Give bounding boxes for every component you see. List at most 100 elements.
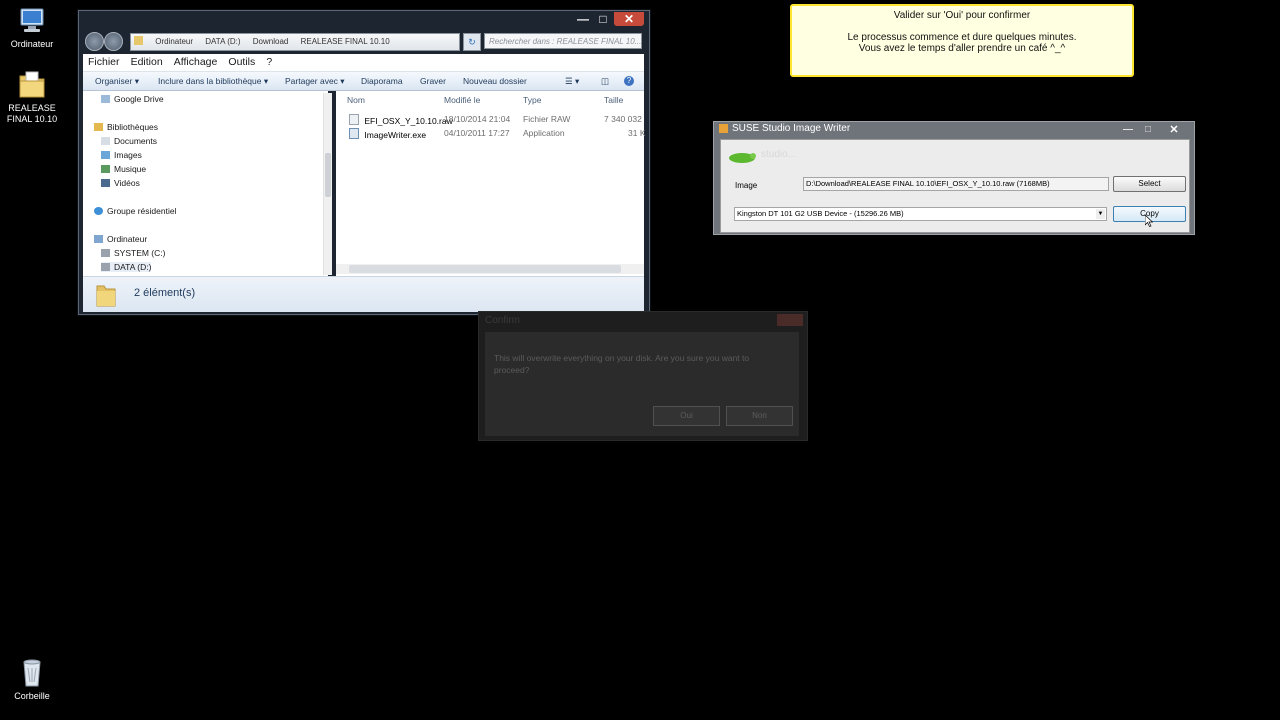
file-icon	[349, 114, 359, 125]
menu-item[interactable]: Fichier	[88, 54, 120, 71]
breadcrumb-item[interactable]: Download	[253, 37, 289, 46]
navigation-pane: Google Drive Bibliothèques Documents Ima…	[83, 91, 328, 276]
image-label: Image	[735, 181, 758, 190]
toolbar-organize[interactable]: Organiser ▾	[95, 72, 139, 90]
nav-item-system-c[interactable]: SYSTEM (C:)	[101, 248, 165, 258]
command-bar: Organiser ▾ Inclure dans la bibliothèque…	[83, 72, 644, 91]
file-type: Fichier RAW	[523, 114, 571, 124]
instruction-note: Valider sur 'Oui' pour confirmer Le proc…	[790, 4, 1134, 77]
file-modified: 18/10/2014 21:04	[444, 114, 511, 124]
nav-item-images[interactable]: Images	[101, 150, 142, 160]
folder-icon	[16, 70, 48, 100]
toolbar-burn[interactable]: Graver	[420, 72, 446, 90]
suse-logo-text: studio...	[761, 149, 797, 160]
window-title: SUSE Studio Image Writer	[732, 123, 851, 134]
search-input[interactable]: Rechercher dans : REALEASE FINAL 10...	[484, 33, 642, 49]
breadcrumb-item[interactable]: DATA (D:)	[205, 37, 240, 46]
nav-item-videos[interactable]: Vidéos	[101, 178, 140, 188]
column-header-modified[interactable]: Modifié le	[444, 95, 480, 105]
folder-icon	[95, 282, 117, 308]
minimize-button[interactable]: —	[1119, 123, 1137, 137]
status-item-count: 2 élément(s)	[134, 287, 196, 299]
nav-item-data-d[interactable]: DATA (D:)	[101, 262, 152, 272]
dialog-title: Confirm	[485, 315, 521, 326]
recycle-bin-icon	[16, 658, 48, 688]
nav-item-computer[interactable]: Ordinateur	[94, 234, 147, 244]
desktop-icon-folder[interactable]: REALEASE FINAL 10.10	[0, 70, 64, 125]
documents-icon	[101, 137, 110, 145]
table-row[interactable]: EFI_OSX_Y_10.10.raw	[349, 114, 453, 126]
drive-icon	[101, 95, 110, 103]
desktop-icon-recycle-bin[interactable]: Corbeille	[0, 658, 64, 702]
table-row[interactable]: ImageWriter.exe	[349, 128, 426, 140]
nav-scrollbar[interactable]	[323, 93, 332, 275]
breadcrumb-item[interactable]: REALEASE FINAL 10.10	[301, 37, 390, 46]
view-options-icon[interactable]: ☰ ▾	[565, 72, 579, 90]
homegroup-icon	[94, 207, 103, 215]
computer-icon	[16, 6, 48, 36]
application-icon	[349, 128, 359, 139]
cursor-icon	[1144, 214, 1154, 227]
desktop-icon-label: Corbeille	[14, 691, 50, 701]
menu-item[interactable]: ?	[266, 54, 272, 71]
explorer-window: — □ ✕ Ordinateur DATA (D:) Download REAL…	[78, 10, 650, 315]
column-header-size[interactable]: Taille	[604, 95, 623, 105]
breadcrumb-item[interactable]: Ordinateur	[155, 37, 193, 46]
close-button[interactable]: ✕	[614, 12, 644, 26]
drive-icon	[101, 249, 110, 257]
close-button[interactable]: ✕	[1160, 123, 1188, 137]
close-button[interactable]	[777, 314, 803, 326]
refresh-icon[interactable]: ↻	[463, 33, 481, 51]
maximize-button[interactable]: □	[594, 12, 612, 26]
menu-item[interactable]: Edition	[131, 54, 163, 71]
desktop-icon-label: REALEASE FINAL 10.10	[6, 103, 58, 124]
yes-button[interactable]: Oui	[653, 406, 720, 426]
desktop-icon-computer[interactable]: Ordinateur	[0, 6, 64, 50]
forward-button[interactable]	[104, 32, 123, 51]
toolbar-slideshow[interactable]: Diaporama	[361, 72, 403, 90]
address-bar[interactable]: Ordinateur DATA (D:) Download REALEASE F…	[130, 33, 460, 51]
image-path-field[interactable]: D:\Download\REALEASE FINAL 10.10\EFI_OSX…	[803, 177, 1109, 191]
nav-item-libraries[interactable]: Bibliothèques	[94, 122, 158, 132]
nav-item-google-drive[interactable]: Google Drive	[101, 94, 164, 104]
nav-item-documents[interactable]: Documents	[101, 136, 157, 146]
file-size: 7 340 032 K	[604, 114, 644, 124]
details-pane: 2 élément(s)	[83, 276, 644, 312]
toolbar-share[interactable]: Partager avec ▾	[285, 72, 345, 90]
scrollbar-thumb[interactable]	[325, 153, 331, 197]
file-list: Nom Modifié le Type Taille EFI_OSX_Y_10.…	[336, 91, 646, 276]
minimize-button[interactable]: —	[573, 12, 593, 26]
menu-bar: Fichier Edition Affichage Outils ?	[83, 54, 644, 72]
column-header-type[interactable]: Type	[523, 95, 541, 105]
select-button[interactable]: Select	[1113, 176, 1186, 192]
maximize-button[interactable]: □	[1139, 123, 1157, 137]
file-list-scrollbar[interactable]	[336, 264, 644, 274]
nav-item-homegroup[interactable]: Groupe résidentiel	[94, 206, 176, 216]
toolbar-include-library[interactable]: Inclure dans la bibliothèque ▾	[158, 72, 268, 90]
back-button[interactable]	[85, 32, 104, 51]
help-icon[interactable]: ?	[624, 76, 634, 86]
drive-icon	[101, 263, 110, 271]
confirm-dialog: Confirm This will overwrite everything o…	[478, 311, 808, 441]
library-icon	[94, 123, 103, 131]
chevron-down-icon[interactable]: ▼	[1096, 209, 1105, 219]
scrollbar-thumb[interactable]	[349, 265, 621, 273]
nav-item-music[interactable]: Musique	[101, 164, 146, 174]
file-type: Application	[523, 128, 565, 138]
no-button[interactable]: Non	[726, 406, 793, 426]
desktop-icon-label: Ordinateur	[10, 39, 54, 49]
note-line: Valider sur 'Oui' pour confirmer	[893, 10, 1031, 21]
dialog-body: This will overwrite everything on your d…	[485, 332, 799, 436]
file-size: 31 K	[628, 128, 646, 138]
suse-logo-icon	[727, 150, 759, 164]
menu-item[interactable]: Affichage	[174, 54, 218, 71]
toolbar-new-folder[interactable]: Nouveau dossier	[463, 72, 527, 90]
preview-pane-icon[interactable]: ◫	[601, 72, 609, 90]
image-writer-body: studio... Image D:\Download\REALEASE FIN…	[720, 139, 1190, 233]
folder-icon	[134, 36, 143, 45]
image-writer-window: SUSE Studio Image Writer — □ ✕ studio...…	[713, 121, 1195, 235]
column-header-name[interactable]: Nom	[347, 95, 365, 105]
file-modified: 04/10/2011 17:27	[444, 128, 510, 138]
menu-item[interactable]: Outils	[228, 54, 255, 71]
device-select[interactable]: Kingston DT 101 G2 USB Device - (15296.2…	[734, 207, 1107, 221]
